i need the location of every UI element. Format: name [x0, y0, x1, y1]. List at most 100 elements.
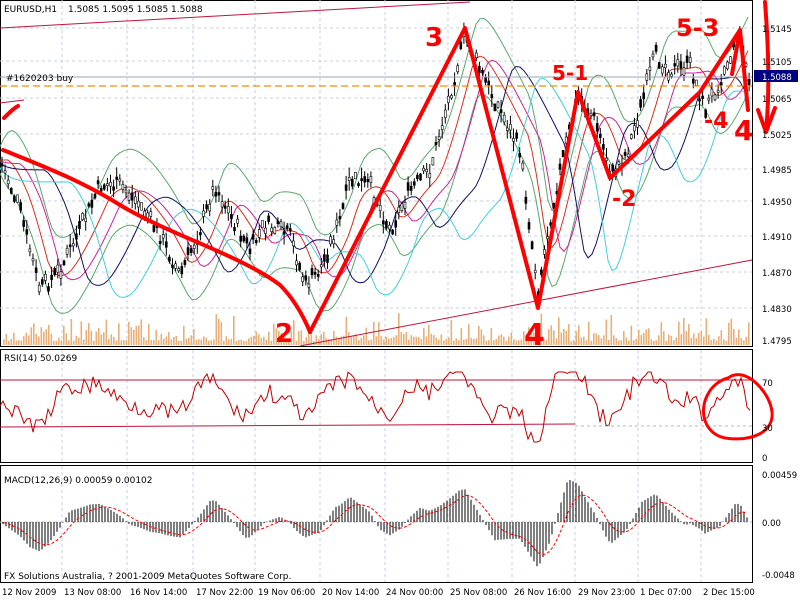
volume-bar — [605, 319, 608, 345]
volume-bar — [690, 337, 693, 345]
candle-body — [319, 264, 323, 268]
volume-bar — [503, 336, 505, 345]
volume-bar — [353, 335, 355, 345]
volume-bar — [20, 340, 23, 345]
volume-bar — [238, 340, 240, 345]
volume-bar — [8, 340, 10, 345]
time-axis: 12 Nov 2009 13 Nov 08:00 16 Nov 14:00 17… — [2, 588, 755, 598]
volume-bar — [305, 337, 308, 345]
volume-bar — [53, 340, 55, 345]
candle-body — [208, 204, 211, 212]
candle-body — [99, 187, 103, 192]
volume-bar — [710, 339, 713, 345]
candle-body — [180, 266, 184, 275]
candle-body — [428, 173, 432, 179]
volume-bar — [410, 335, 413, 345]
volume-bar — [395, 335, 398, 345]
volume-bar — [640, 334, 643, 345]
candle-body — [16, 194, 19, 203]
volume-bar — [463, 339, 465, 345]
volume-bar — [370, 339, 373, 345]
volume-bar — [685, 331, 688, 345]
candle-body — [62, 260, 66, 266]
volume-bar — [458, 340, 460, 345]
time-tick: 19 Nov 06:00 — [258, 588, 315, 598]
volume-bar — [293, 320, 295, 345]
volume-bar — [550, 325, 553, 345]
volume-bar — [608, 339, 610, 345]
volume-bar — [680, 334, 683, 345]
volume-bar — [220, 321, 223, 345]
candle-body — [679, 61, 683, 69]
label-wave-5-3: 5-3 — [676, 14, 719, 42]
candle-body — [664, 63, 667, 68]
candle-body — [403, 202, 407, 209]
candle-body — [93, 194, 97, 199]
candle-body — [357, 183, 360, 186]
volume-bar — [35, 333, 38, 345]
volume-bar — [415, 336, 418, 345]
volume-bar — [403, 334, 405, 345]
volume-bar — [333, 331, 335, 345]
candle-body — [558, 163, 562, 170]
candle-body — [505, 127, 509, 131]
candle-body — [434, 142, 438, 146]
volume-bar — [358, 340, 360, 345]
candle-body — [425, 169, 429, 173]
candle-body — [220, 201, 224, 208]
volume-bar — [455, 338, 458, 345]
chart-canvas[interactable]: 3 5-3 5-1 2 4 -2 -4 4 EURUSD,H1 1.5085 1… — [0, 0, 800, 600]
volume-bar — [190, 335, 193, 345]
candle-body — [515, 132, 518, 139]
volume-bar — [645, 329, 648, 345]
volume-bar — [705, 318, 708, 345]
volume-bar — [298, 331, 300, 345]
candle-body — [285, 225, 289, 229]
volume-bar — [743, 340, 745, 345]
candle-body — [350, 178, 354, 187]
volume-bar — [380, 335, 383, 345]
volume-bar — [30, 327, 33, 345]
candle-body — [385, 221, 388, 229]
volume-bar — [520, 339, 523, 345]
volume-bar — [385, 336, 388, 345]
volume-bar — [243, 340, 245, 345]
volume-bar — [658, 335, 660, 345]
candle-body — [338, 216, 342, 220]
volume-bar — [115, 340, 118, 345]
candle-body — [230, 214, 233, 220]
volume-bar — [390, 338, 393, 345]
candle-body — [747, 79, 751, 86]
candle-body — [406, 182, 410, 191]
volume-bar — [158, 340, 160, 345]
candle-body — [409, 185, 413, 191]
candle-body — [127, 192, 131, 201]
candle-body — [10, 188, 13, 194]
volume-bar — [493, 340, 495, 345]
volume-bar — [688, 324, 690, 345]
volume-bar — [368, 340, 370, 345]
volume-bar — [320, 333, 323, 345]
volume-bar — [545, 340, 548, 345]
volume-bar — [738, 329, 740, 345]
candle-body — [301, 276, 305, 282]
volume-bar — [568, 324, 570, 345]
volume-bar — [233, 316, 235, 345]
chart-window[interactable]: 3 5-3 5-1 2 4 -2 -4 4 EURUSD,H1 1.5085 1… — [0, 0, 800, 600]
candle-body — [561, 150, 565, 158]
candle-body — [329, 236, 332, 245]
volume-bar — [630, 325, 633, 345]
candle-body — [177, 268, 180, 272]
volume-bar — [480, 329, 483, 345]
candle-body — [685, 55, 689, 63]
candle-body — [171, 264, 174, 268]
volume-bar — [388, 338, 390, 345]
candle-body — [3, 170, 7, 174]
candle-body — [236, 218, 239, 224]
volume-bar — [650, 339, 653, 345]
volume-bar — [45, 329, 48, 345]
candle-body — [518, 153, 522, 158]
candle-body — [626, 153, 630, 158]
candle-body — [611, 164, 615, 172]
volume-bar — [565, 330, 568, 345]
